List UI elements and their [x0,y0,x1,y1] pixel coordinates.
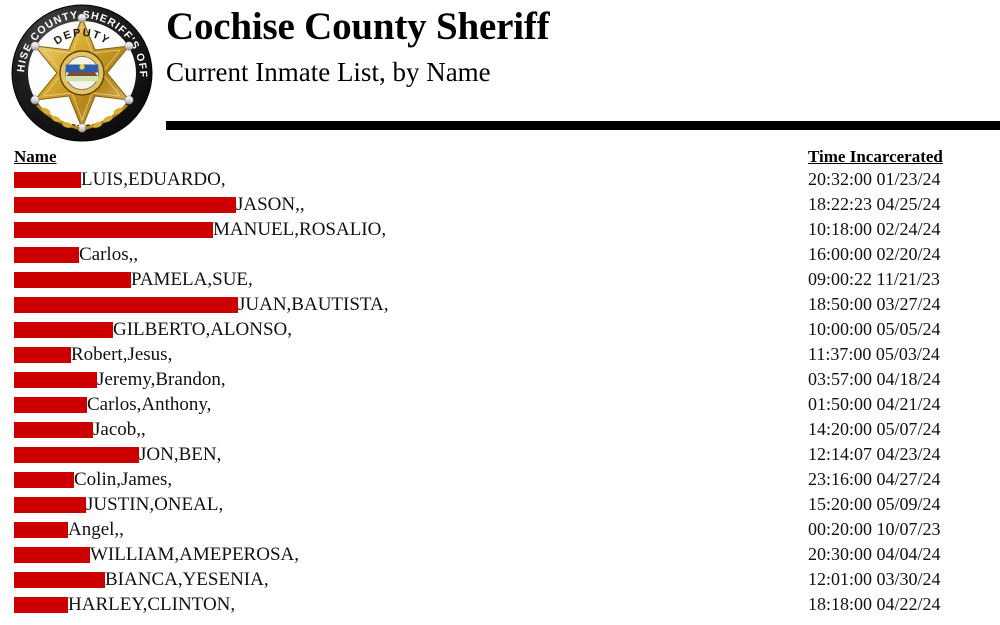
time-incarcerated: 15:20:00 05/09/24 [808,494,941,514]
time-incarcerated: 14:20:00 05/07/24 [808,419,941,439]
redaction-bar [14,447,139,463]
table-row: BIANCA,YESENIA, 12:01:00 03/30/24 [0,568,1000,593]
time-incarcerated: 20:30:00 04/04/24 [808,544,941,564]
time-incarcerated: 03:57:00 04/18/24 [808,369,941,389]
page-header: COCHISE COUNTY SHERIFF'S OFFICE ARIZONA … [0,0,1000,145]
time-incarcerated: 16:00:00 02/20/24 [808,244,941,264]
column-header-name: Name [14,147,57,166]
inmate-name: LUIS,EDUARDO, [81,169,226,190]
table-row: JUSTIN,ONEAL, 15:20:00 05/09/24 [0,493,1000,518]
redaction-bar [14,372,97,388]
time-incarcerated: 10:00:00 05/05/24 [808,319,941,339]
inmate-name: PAMELA,SUE, [131,269,253,290]
inmate-name: JUSTIN,ONEAL, [86,494,224,515]
table-row: LUIS,EDUARDO, 20:32:00 01/23/24 [0,168,1000,193]
redaction-bar [14,222,213,238]
table-row: HARLEY,CLINTON, 18:18:00 04/22/24 [0,593,1000,618]
time-incarcerated: 23:16:00 04/27/24 [808,469,941,489]
redaction-bar [14,247,79,263]
redaction-bar [14,397,87,413]
inmate-name: GILBERTO,ALONSO, [113,319,293,340]
inmate-name: HARLEY,CLINTON, [68,594,236,615]
inmate-name: Carlos,Anthony, [87,394,212,415]
inmate-name: WILLIAM,AMEPEROSA, [90,544,299,565]
table-row: Jacob,, 14:20:00 05/07/24 [0,418,1000,443]
inmate-name: JON,BEN, [139,444,222,465]
table-row: MANUEL,ROSALIO, 10:18:00 02/24/24 [0,218,1000,243]
inmate-name: Jacob,, [93,419,146,440]
time-incarcerated: 01:50:00 04/21/24 [808,394,941,414]
time-incarcerated: 20:32:00 01/23/24 [808,169,941,189]
redaction-bar [14,297,238,313]
inmate-name: Angel,, [68,519,124,540]
column-header-time-incarcerated: Time Incarcerated [808,147,943,166]
table-row: Jeremy,Brandon, 03:57:00 04/18/24 [0,368,1000,393]
redaction-bar [14,347,71,363]
inmate-name: JUAN,BAUTISTA, [238,294,389,315]
table-row: JUAN,BAUTISTA, 18:50:00 03/27/24 [0,293,1000,318]
time-incarcerated: 00:20:00 10/07/23 [808,519,941,539]
table-row: Angel,, 00:20:00 10/07/23 [0,518,1000,543]
inmate-name: Carlos,, [79,244,139,265]
time-incarcerated: 11:37:00 05/03/24 [808,344,940,364]
sheriff-star-badge-icon: COCHISE COUNTY SHERIFF'S OFFICE ARIZONA … [8,2,156,142]
redaction-bar [14,547,90,563]
inmate-name: MANUEL,ROSALIO, [213,219,387,240]
page-subtitle: Current Inmate List, by Name [166,57,491,87]
table-row: Carlos,, 16:00:00 02/20/24 [0,243,1000,268]
table-row: GILBERTO,ALONSO, 10:00:00 05/05/24 [0,318,1000,343]
title-block: Cochise County Sheriff Current Inmate Li… [166,0,1000,90]
time-incarcerated: 12:01:00 03/30/24 [808,569,941,589]
inmate-name: JASON,, [236,194,305,215]
time-incarcerated: 09:00:22 11/21/23 [808,269,940,289]
redaction-bar [14,597,68,613]
table-header-row: Name Time Incarcerated [0,145,1000,168]
page-title: Cochise County Sheriff [166,5,550,48]
redaction-bar [14,322,113,338]
table-row: Carlos,Anthony, 01:50:00 04/21/24 [0,393,1000,418]
table-row: Colin,James, 23:16:00 04/27/24 [0,468,1000,493]
redaction-bar [14,497,86,513]
inmate-list-table: Name Time Incarcerated LUIS,EDUARDO, 20:3… [0,145,1000,618]
table-row: JON,BEN, 12:14:07 04/23/24 [0,443,1000,468]
inmate-name: Colin,James, [74,469,173,490]
table-row: WILLIAM,AMEPEROSA, 20:30:00 04/04/24 [0,543,1000,568]
redaction-bar [14,472,74,488]
time-incarcerated: 18:18:00 04/22/24 [808,594,941,614]
time-incarcerated: 18:22:23 04/25/24 [808,194,941,214]
inmate-name: BIANCA,YESENIA, [105,569,269,590]
redaction-bar [14,172,81,188]
redaction-bar [14,422,93,438]
header-divider [166,121,1000,130]
redaction-bar [14,522,68,538]
redaction-bar [14,197,236,213]
time-incarcerated: 12:14:07 04/23/24 [808,444,941,464]
inmate-name: Jeremy,Brandon, [97,369,226,390]
redaction-bar [14,272,131,288]
time-incarcerated: 10:18:00 02/24/24 [808,219,941,239]
table-row: PAMELA,SUE, 09:00:22 11/21/23 [0,268,1000,293]
table-row: JASON,, 18:22:23 04/25/24 [0,193,1000,218]
table-body: LUIS,EDUARDO, 20:32:00 01/23/24 JASON,, 18:… [0,168,1000,618]
inmate-name: Robert,Jesus, [71,344,173,365]
time-incarcerated: 18:50:00 03/27/24 [808,294,941,314]
redaction-bar [14,572,105,588]
table-row: Robert,Jesus, 11:37:00 05/03/24 [0,343,1000,368]
